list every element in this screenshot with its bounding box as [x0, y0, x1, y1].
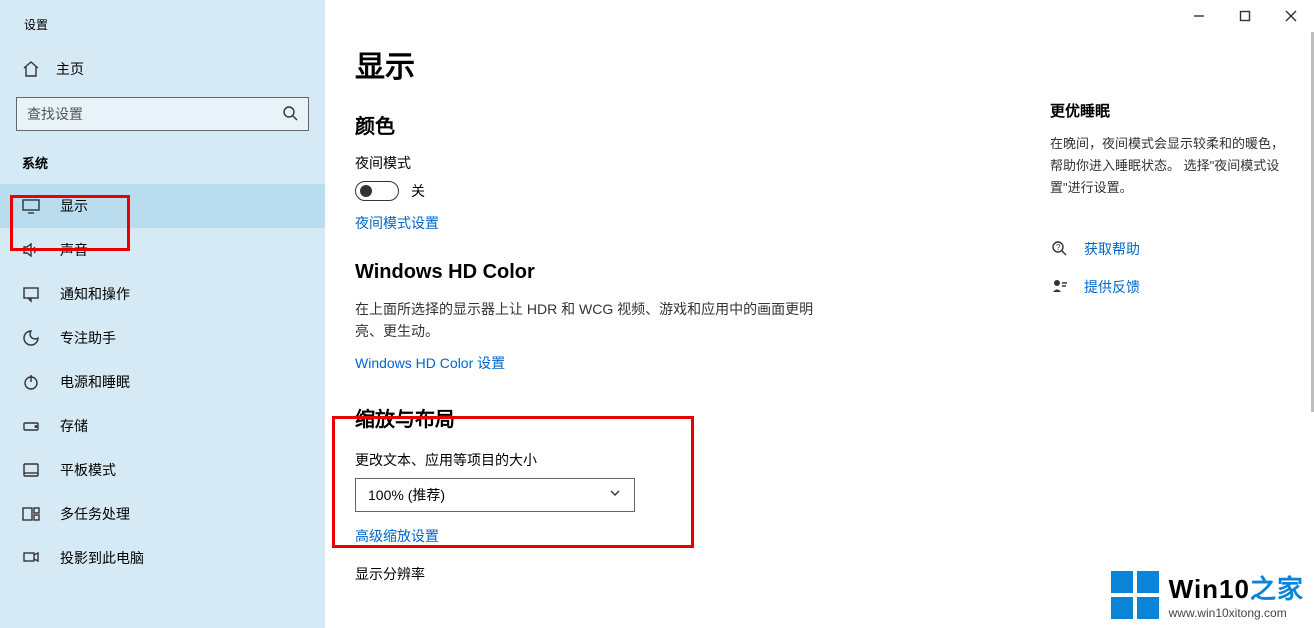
- sound-icon: [22, 241, 40, 259]
- sidebar-item-display[interactable]: 显示: [0, 184, 325, 228]
- sidebar-item-label: 投影到此电脑: [60, 548, 144, 568]
- sidebar: 设置 主页 查找设置 系统 显示 声音 通知和操作 专: [0, 0, 325, 628]
- sidebar-item-focus[interactable]: 专注助手: [0, 316, 325, 360]
- sidebar-item-power[interactable]: 电源和睡眠: [0, 360, 325, 404]
- help-icon: ?: [1050, 240, 1070, 258]
- right-desc: 在晚间，夜间模式会显示较柔和的暖色，帮助你进入睡眠状态。 选择"夜间模式设置"进…: [1050, 133, 1290, 199]
- notifications-icon: [22, 285, 40, 303]
- watermark-logo-icon: [1111, 571, 1159, 619]
- watermark: Win10之家 www.win10xitong.com: [1111, 569, 1304, 620]
- maximize-button[interactable]: [1222, 0, 1268, 32]
- section-label: 系统: [0, 153, 325, 184]
- scale-size-label: 更改文本、应用等项目的大小: [355, 450, 1314, 470]
- close-button[interactable]: [1268, 0, 1314, 32]
- search-icon: [282, 105, 298, 124]
- sidebar-item-multitask[interactable]: 多任务处理: [0, 492, 325, 536]
- right-pane: 更优睡眠 在晚间，夜间模式会显示较柔和的暖色，帮助你进入睡眠状态。 选择"夜间模…: [1050, 100, 1290, 315]
- minimize-button[interactable]: [1176, 0, 1222, 32]
- app-title: 设置: [0, 10, 325, 51]
- sidebar-item-label: 多任务处理: [60, 504, 130, 524]
- sidebar-item-storage[interactable]: 存储: [0, 404, 325, 448]
- sidebar-item-sound[interactable]: 声音: [0, 228, 325, 272]
- chevron-down-icon: [608, 486, 622, 503]
- watermark-title: Win10之家: [1169, 569, 1304, 606]
- feedback-icon: [1050, 278, 1070, 296]
- scale-section: 缩放与布局 更改文本、应用等项目的大小 100% (推荐) 高级缩放设置 显示分…: [355, 403, 1314, 584]
- sidebar-item-label: 电源和睡眠: [60, 372, 130, 392]
- focus-icon: [22, 329, 40, 347]
- window-controls: [1176, 0, 1314, 32]
- home-icon: [22, 60, 40, 78]
- sidebar-item-label: 显示: [60, 196, 88, 216]
- sidebar-item-label: 声音: [60, 240, 88, 260]
- home-nav[interactable]: 主页: [0, 51, 325, 87]
- search-placeholder: 查找设置: [27, 104, 83, 124]
- storage-icon: [22, 417, 40, 435]
- sidebar-item-label: 平板模式: [60, 460, 116, 480]
- sidebar-item-label: 存储: [60, 416, 88, 436]
- sidebar-item-label: 通知和操作: [60, 284, 130, 304]
- sidebar-item-project[interactable]: 投影到此电脑: [0, 536, 325, 580]
- get-help-link[interactable]: ? 获取帮助: [1050, 239, 1290, 259]
- scale-dropdown-value: 100% (推荐): [368, 485, 445, 505]
- toggle-state: 关: [411, 181, 425, 201]
- advanced-scale-link[interactable]: 高级缩放设置: [355, 526, 1314, 546]
- help-label: 获取帮助: [1084, 239, 1140, 259]
- toggle-knob: [360, 185, 372, 197]
- page-title: 显示: [355, 42, 1314, 86]
- scale-heading: 缩放与布局: [355, 403, 1314, 432]
- watermark-url: www.win10xitong.com: [1169, 606, 1304, 620]
- sidebar-item-notifications[interactable]: 通知和操作: [0, 272, 325, 316]
- feedback-link[interactable]: 提供反馈: [1050, 277, 1290, 297]
- scale-dropdown[interactable]: 100% (推荐): [355, 478, 635, 512]
- search-input[interactable]: 查找设置: [16, 97, 309, 131]
- display-icon: [22, 197, 40, 215]
- feedback-label: 提供反馈: [1084, 277, 1140, 297]
- sidebar-item-label: 专注助手: [60, 328, 116, 348]
- home-label: 主页: [56, 59, 84, 79]
- sidebar-item-tablet[interactable]: 平板模式: [0, 448, 325, 492]
- svg-text:?: ?: [1056, 243, 1061, 252]
- hd-desc: 在上面所选择的显示器上让 HDR 和 WCG 视频、游戏和应用中的画面更明亮、更…: [355, 298, 815, 343]
- tablet-icon: [22, 461, 40, 479]
- power-icon: [22, 373, 40, 391]
- project-icon: [22, 549, 40, 567]
- multitask-icon: [22, 505, 40, 523]
- main-content: 显示 颜色 夜间模式 关 夜间模式设置 Windows HD Color 在上面…: [325, 0, 1314, 628]
- night-mode-toggle[interactable]: [355, 181, 399, 201]
- right-heading: 更优睡眠: [1050, 100, 1290, 121]
- hd-settings-link[interactable]: Windows HD Color 设置: [355, 353, 1314, 373]
